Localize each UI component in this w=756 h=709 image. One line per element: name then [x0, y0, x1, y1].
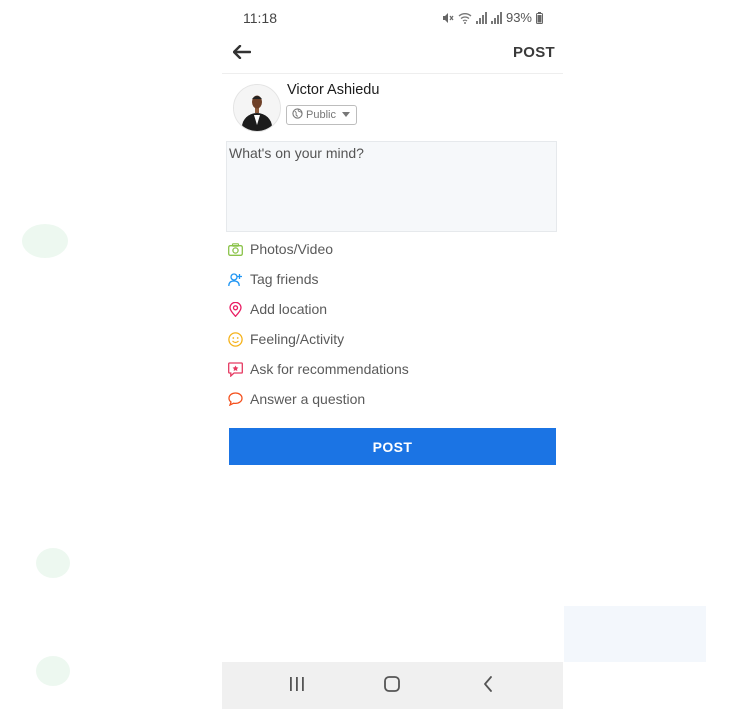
status-time: 11:18	[243, 10, 277, 26]
post-text-input[interactable]: What's on your mind?	[226, 141, 557, 232]
ghost-circle-left-top	[22, 224, 68, 258]
location-pin-icon	[228, 301, 243, 317]
recents-icon	[289, 676, 305, 696]
status-icons: 93%	[442, 10, 543, 25]
action-label: Tag friends	[250, 271, 319, 287]
action-add-location[interactable]: Add location	[228, 297, 327, 321]
user-name: Victor Ashiedu	[287, 82, 380, 98]
action-tag-friends[interactable]: Tag friends	[228, 267, 318, 291]
avatar[interactable]	[233, 84, 281, 132]
home-icon	[384, 675, 400, 697]
screen: 11:18 93% POST Victor Ashiedu Public Wha…	[0, 0, 756, 709]
action-label: Ask for recommendations	[250, 361, 409, 377]
post-header-button[interactable]: POST	[513, 44, 555, 61]
action-label: Feeling/Activity	[250, 331, 345, 347]
caret-down-icon	[341, 109, 350, 121]
tag-person-icon	[228, 272, 243, 287]
globe-icon	[292, 108, 303, 122]
mute-icon	[442, 12, 454, 24]
system-back-button[interactable]	[476, 674, 500, 698]
action-label: Answer a question	[250, 391, 366, 407]
action-answer-question[interactable]: Answer a question	[228, 387, 365, 411]
ghost-circle-left-mid	[36, 548, 70, 578]
smiley-icon	[228, 331, 243, 347]
action-photos-video[interactable]: Photos/Video	[228, 237, 333, 261]
signal-icon-1	[475, 11, 487, 24]
profile-header: Victor Ashiedu Public	[222, 74, 563, 136]
action-ask-recommendations[interactable]: Ask for recommendations	[228, 357, 409, 381]
top-app-bar: POST	[222, 36, 563, 74]
action-label: Add location	[250, 301, 328, 317]
back-chevron-icon	[483, 675, 493, 697]
action-label: Photos/Video	[250, 241, 334, 257]
arrow-left-icon	[232, 44, 252, 64]
signal-icon-2	[490, 11, 502, 24]
privacy-label: Public	[306, 109, 336, 121]
privacy-selector[interactable]: Public	[286, 105, 357, 125]
status-bar: 11:18 93%	[222, 0, 563, 36]
recents-button[interactable]	[285, 674, 309, 698]
ghost-rect-right	[564, 606, 706, 662]
wifi-icon	[458, 12, 472, 24]
camera-icon	[228, 242, 243, 257]
battery-percent: 93%	[505, 10, 532, 25]
speech-bubble-icon	[228, 392, 243, 407]
ghost-circle-left-bottom	[36, 656, 70, 686]
post-button[interactable]: POST	[229, 428, 556, 465]
action-feeling-activity[interactable]: Feeling/Activity	[228, 327, 344, 351]
home-button[interactable]	[380, 674, 404, 698]
back-button[interactable]	[230, 42, 254, 66]
system-navigation-bar	[222, 662, 563, 709]
phone-screen: 11:18 93% POST Victor Ashiedu Public Wha…	[222, 0, 563, 709]
battery-icon	[536, 11, 543, 24]
recommendation-icon	[228, 361, 243, 377]
